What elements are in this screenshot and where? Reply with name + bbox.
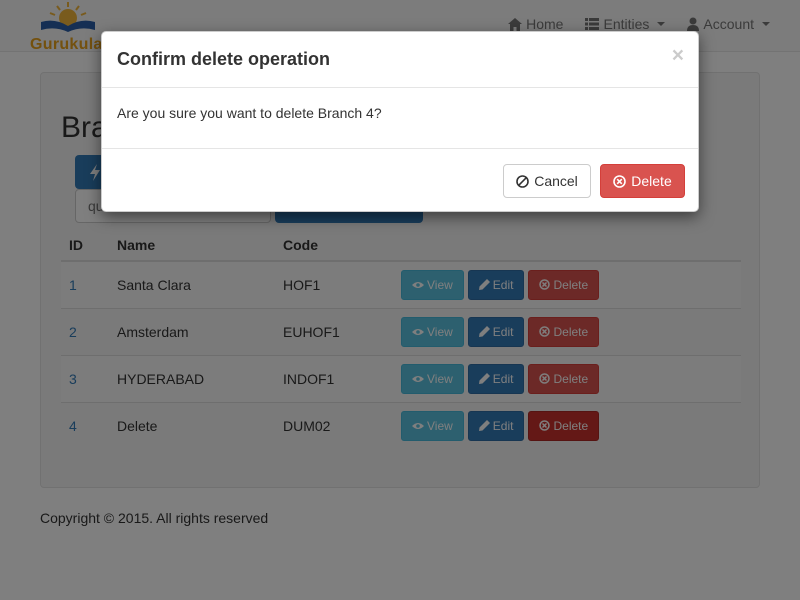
close-icon[interactable]: × bbox=[672, 45, 684, 66]
modal-message: Are you sure you want to delete Branch 4… bbox=[117, 105, 382, 121]
confirm-delete-button[interactable]: Delete bbox=[600, 164, 685, 198]
modal-footer: Cancel Delete bbox=[102, 148, 698, 212]
cancel-button-label: Cancel bbox=[534, 173, 578, 189]
modal-header: Confirm delete operation × bbox=[102, 32, 698, 88]
cancel-button[interactable]: Cancel bbox=[503, 164, 591, 198]
confirm-delete-dialog: Confirm delete operation × Are you sure … bbox=[101, 31, 699, 212]
modal-title: Confirm delete operation bbox=[117, 49, 331, 69]
confirm-delete-button-label: Delete bbox=[631, 173, 672, 189]
ban-circle-icon bbox=[516, 174, 530, 188]
remove-circle-icon bbox=[613, 174, 627, 188]
